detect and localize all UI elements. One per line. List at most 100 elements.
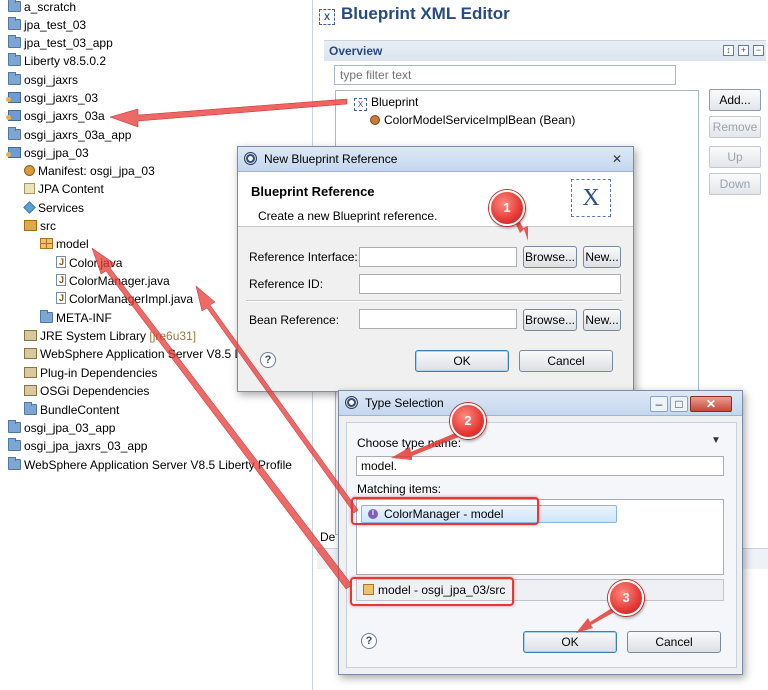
- tree-item-osgi-jpa-03[interactable]: osgi_jpa_03: [6, 144, 89, 162]
- library-icon: [24, 385, 37, 396]
- folder-icon: [8, 0, 21, 12]
- tree-item-liberty[interactable]: Liberty v8.5.0.2: [8, 52, 106, 70]
- bean-reference-input[interactable]: [359, 309, 517, 329]
- project-icon: [6, 147, 21, 158]
- tree-item-osgi-jaxrs-03a[interactable]: osgi_jaxrs_03a: [6, 107, 105, 125]
- tree-item-osgi-jaxrs-03[interactable]: osgi_jaxrs_03: [6, 89, 98, 107]
- folder-icon: [8, 127, 21, 140]
- choose-type-label: Choose type name:: [357, 436, 462, 450]
- library-icon: [24, 330, 37, 341]
- tree-item-jpa-content[interactable]: JPA Content: [24, 180, 104, 198]
- tree-item-plugin-deps[interactable]: Plug-in Dependencies: [24, 364, 157, 382]
- blueprint-icon: X: [354, 98, 367, 111]
- maximize-icon[interactable]: □: [670, 396, 688, 412]
- ok-button[interactable]: OK: [523, 631, 617, 653]
- tree-item-jpa-test-03[interactable]: jpa_test_03: [8, 16, 86, 34]
- editor-title: X Blueprint XML Editor: [319, 4, 510, 25]
- tree-item-was-library[interactable]: WebSphere Application Server V8.5 L: [24, 345, 241, 363]
- tree-item-bean[interactable]: ColorModelServiceImplBean (Bean): [370, 111, 575, 129]
- close-icon[interactable]: ✕: [690, 396, 732, 412]
- tree-item-was-liberty-profile[interactable]: WebSphere Application Server V8.5 Libert…: [8, 456, 292, 474]
- eclipse-icon: [244, 152, 257, 165]
- tree-item-osgi-jaxrs[interactable]: osgi_jaxrs: [8, 71, 78, 89]
- collapse-all-icon[interactable]: −: [753, 45, 764, 56]
- tree-item-colormanager-java[interactable]: ColorManager.java: [56, 271, 170, 290]
- reference-interface-input[interactable]: [359, 247, 517, 267]
- cancel-button[interactable]: Cancel: [627, 631, 721, 653]
- new-interface-button[interactable]: New...: [583, 246, 621, 268]
- expand-all-icon[interactable]: +: [738, 45, 749, 56]
- reference-id-label: Reference ID:: [249, 277, 324, 291]
- callout-2: 2: [450, 403, 486, 439]
- folder-icon: [8, 72, 21, 85]
- new-blueprint-reference-dialog: New Blueprint Reference ✕ Blueprint Refe…: [237, 146, 634, 392]
- tree-item-meta-inf[interactable]: META-INF: [40, 309, 112, 327]
- overview-label: Overview: [329, 44, 383, 58]
- java-file-icon: [56, 289, 66, 307]
- help-icon[interactable]: ?: [260, 352, 276, 368]
- sort-icon[interactable]: ↕: [723, 45, 734, 56]
- reference-id-input[interactable]: [359, 274, 621, 294]
- dialog-title: Type Selection: [365, 396, 444, 410]
- folder-icon: [8, 53, 21, 66]
- tree-item-services[interactable]: Services: [23, 199, 84, 217]
- tree-item-blueprint[interactable]: X Blueprint: [354, 93, 418, 111]
- tree-item-jpa-test-03-app[interactable]: jpa_test_03_app: [8, 34, 113, 52]
- library-icon: [24, 348, 37, 359]
- tree-item-jre-library[interactable]: JRE System Library [jre6u31]: [24, 327, 196, 345]
- java-file-icon: [56, 271, 66, 289]
- eclipse-icon: [345, 396, 358, 409]
- bean-reference-label: Bean Reference:: [249, 313, 340, 327]
- tree-item-manifest[interactable]: Manifest: osgi_jpa_03: [24, 162, 155, 180]
- folder-icon: [8, 420, 21, 433]
- dialog-titlebar: Type Selection ‒ □ ✕: [339, 391, 742, 416]
- remove-button[interactable]: Remove: [709, 116, 761, 138]
- new-bean-button[interactable]: New...: [583, 309, 621, 331]
- tree-item-osgi-deps[interactable]: OSGi Dependencies: [24, 382, 149, 400]
- source-folder-icon: [24, 220, 37, 231]
- help-icon[interactable]: ?: [361, 633, 377, 649]
- package-icon: [40, 238, 53, 249]
- ok-button[interactable]: OK: [415, 350, 509, 372]
- highlight-colormanager-item: [351, 497, 539, 525]
- details-tab[interactable]: De: [320, 530, 335, 544]
- up-button[interactable]: Up: [709, 146, 761, 168]
- folder-icon: [24, 402, 37, 415]
- type-name-input[interactable]: model.: [356, 456, 724, 476]
- manifest-icon: [24, 165, 35, 176]
- folder-icon: [8, 35, 21, 48]
- browse-interface-button[interactable]: Browse...: [523, 246, 577, 268]
- bean-icon: [370, 115, 380, 125]
- minimize-icon[interactable]: ‒: [650, 396, 668, 412]
- java-file-icon: [56, 253, 66, 271]
- tree-item-model[interactable]: model: [40, 235, 89, 253]
- tree-item-osgi-jaxrs-03a-app[interactable]: osgi_jaxrs_03a_app: [8, 126, 131, 144]
- tree-item-osgi-jpa-jaxrs-03-app[interactable]: osgi_jpa_jaxrs_03_app: [8, 437, 147, 455]
- folder-icon: [8, 438, 21, 451]
- tree-item-src[interactable]: src: [24, 217, 56, 235]
- close-icon[interactable]: ✕: [609, 152, 625, 166]
- callout-3: 3: [608, 580, 644, 616]
- blueprint-icon: X: [319, 9, 335, 25]
- add-button[interactable]: Add...: [709, 89, 761, 111]
- dialog-description: Create a new Blueprint reference.: [258, 209, 438, 223]
- filter-input[interactable]: [334, 65, 676, 85]
- tree-item-color-java[interactable]: Color.java: [56, 253, 122, 272]
- dialog-body: Choose type name: ▼ model. Matching item…: [346, 422, 737, 668]
- callout-1: 1: [489, 190, 525, 226]
- browse-bean-button[interactable]: Browse...: [523, 309, 577, 331]
- folder-icon: [40, 310, 53, 323]
- cancel-button[interactable]: Cancel: [519, 350, 613, 372]
- tree-item-bundlecontent[interactable]: BundleContent: [24, 401, 119, 419]
- reference-interface-label: Reference Interface:: [249, 250, 358, 264]
- dialog-titlebar: New Blueprint Reference ✕: [238, 147, 633, 172]
- tree-item-colormanagerimpl-java[interactable]: ColorManagerImpl.java: [56, 289, 193, 308]
- folder-icon: [8, 457, 21, 470]
- overview-section-header: Overview ↕ + −: [324, 40, 766, 61]
- dropdown-arrow-icon[interactable]: ▼: [711, 435, 721, 446]
- tree-item-a-scratch[interactable]: a_scratch: [8, 0, 76, 16]
- down-button[interactable]: Down: [709, 173, 761, 195]
- tree-item-osgi-jpa-03-app[interactable]: osgi_jpa_03_app: [8, 419, 115, 437]
- type-selection-dialog: Type Selection ‒ □ ✕ Choose type name: ▼…: [338, 390, 743, 675]
- folder-icon: [8, 17, 21, 30]
